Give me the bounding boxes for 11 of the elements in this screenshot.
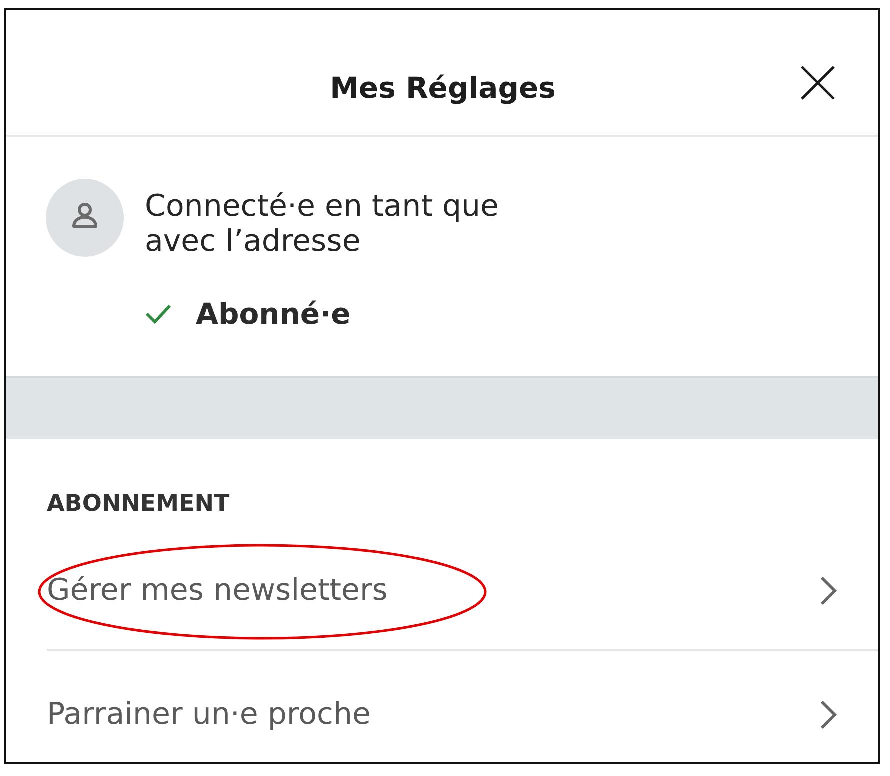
close-icon [801, 66, 835, 100]
menu-item[interactable]: Parrainer un·e proche [47, 649, 878, 762]
section-heading: ABONNEMENT [47, 490, 231, 519]
chevron-right-icon [820, 700, 838, 730]
avatar-icon [46, 179, 124, 257]
chevron-right-icon [820, 576, 838, 606]
menu-item[interactable]: Gérer mes newsletters [47, 519, 878, 649]
account-info-text: Connecté·e en tant que [145, 189, 500, 224]
account-info-text: avec l’adresse [145, 224, 362, 259]
panel-title: Mes Réglages [329, 70, 557, 106]
subscription-status: Abonné·e [196, 296, 351, 332]
